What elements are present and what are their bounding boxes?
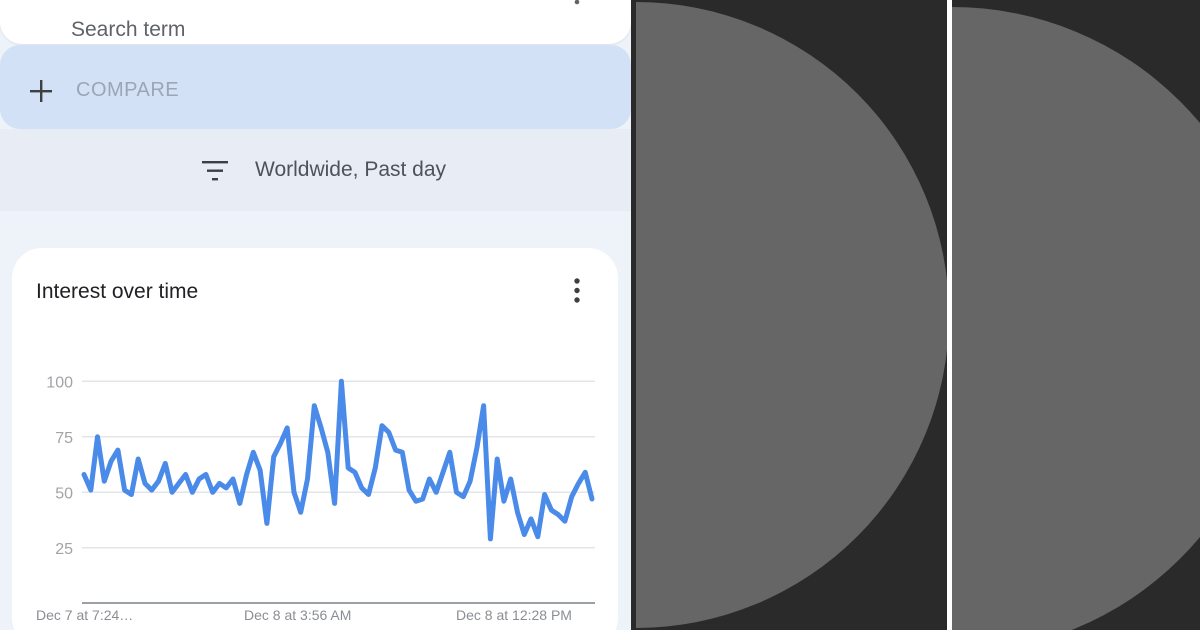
y-tick-label: 100 [46, 374, 73, 391]
interest-chart: 100 75 50 25 Dec 7 at 7:24… Dec 8 at 3:56 AM… [36, 374, 595, 623]
trends-panel: Search term COMPARE Worldwide, Past day … [0, 0, 631, 630]
chevron-down-icon[interactable] [571, 0, 583, 16]
x-tick-label: Dec 7 at 7:24… [36, 607, 133, 623]
y-tick-label: 50 [55, 485, 73, 502]
y-tick-label: 75 [55, 430, 73, 447]
x-tick-label: Dec 8 at 3:56 AM [244, 607, 351, 623]
series-line [81, 378, 595, 542]
x-tick-label: Dec 8 at 12:28 PM [456, 607, 572, 623]
half-circle-right [952, 7, 1200, 635]
panel-divider [947, 0, 952, 630]
filter-label: Worldwide, Past day [255, 158, 447, 181]
card-title: Interest over time [36, 280, 199, 303]
more-options-icon[interactable] [568, 278, 586, 304]
y-tick-label: 25 [55, 541, 73, 558]
search-input[interactable]: Search term [71, 19, 185, 44]
filter-icon [202, 161, 228, 181]
plus-icon [30, 80, 52, 102]
compare-label: COMPARE [76, 79, 180, 101]
circle-graphic [631, 0, 1200, 635]
thumbnail-panel [631, 0, 1200, 635]
